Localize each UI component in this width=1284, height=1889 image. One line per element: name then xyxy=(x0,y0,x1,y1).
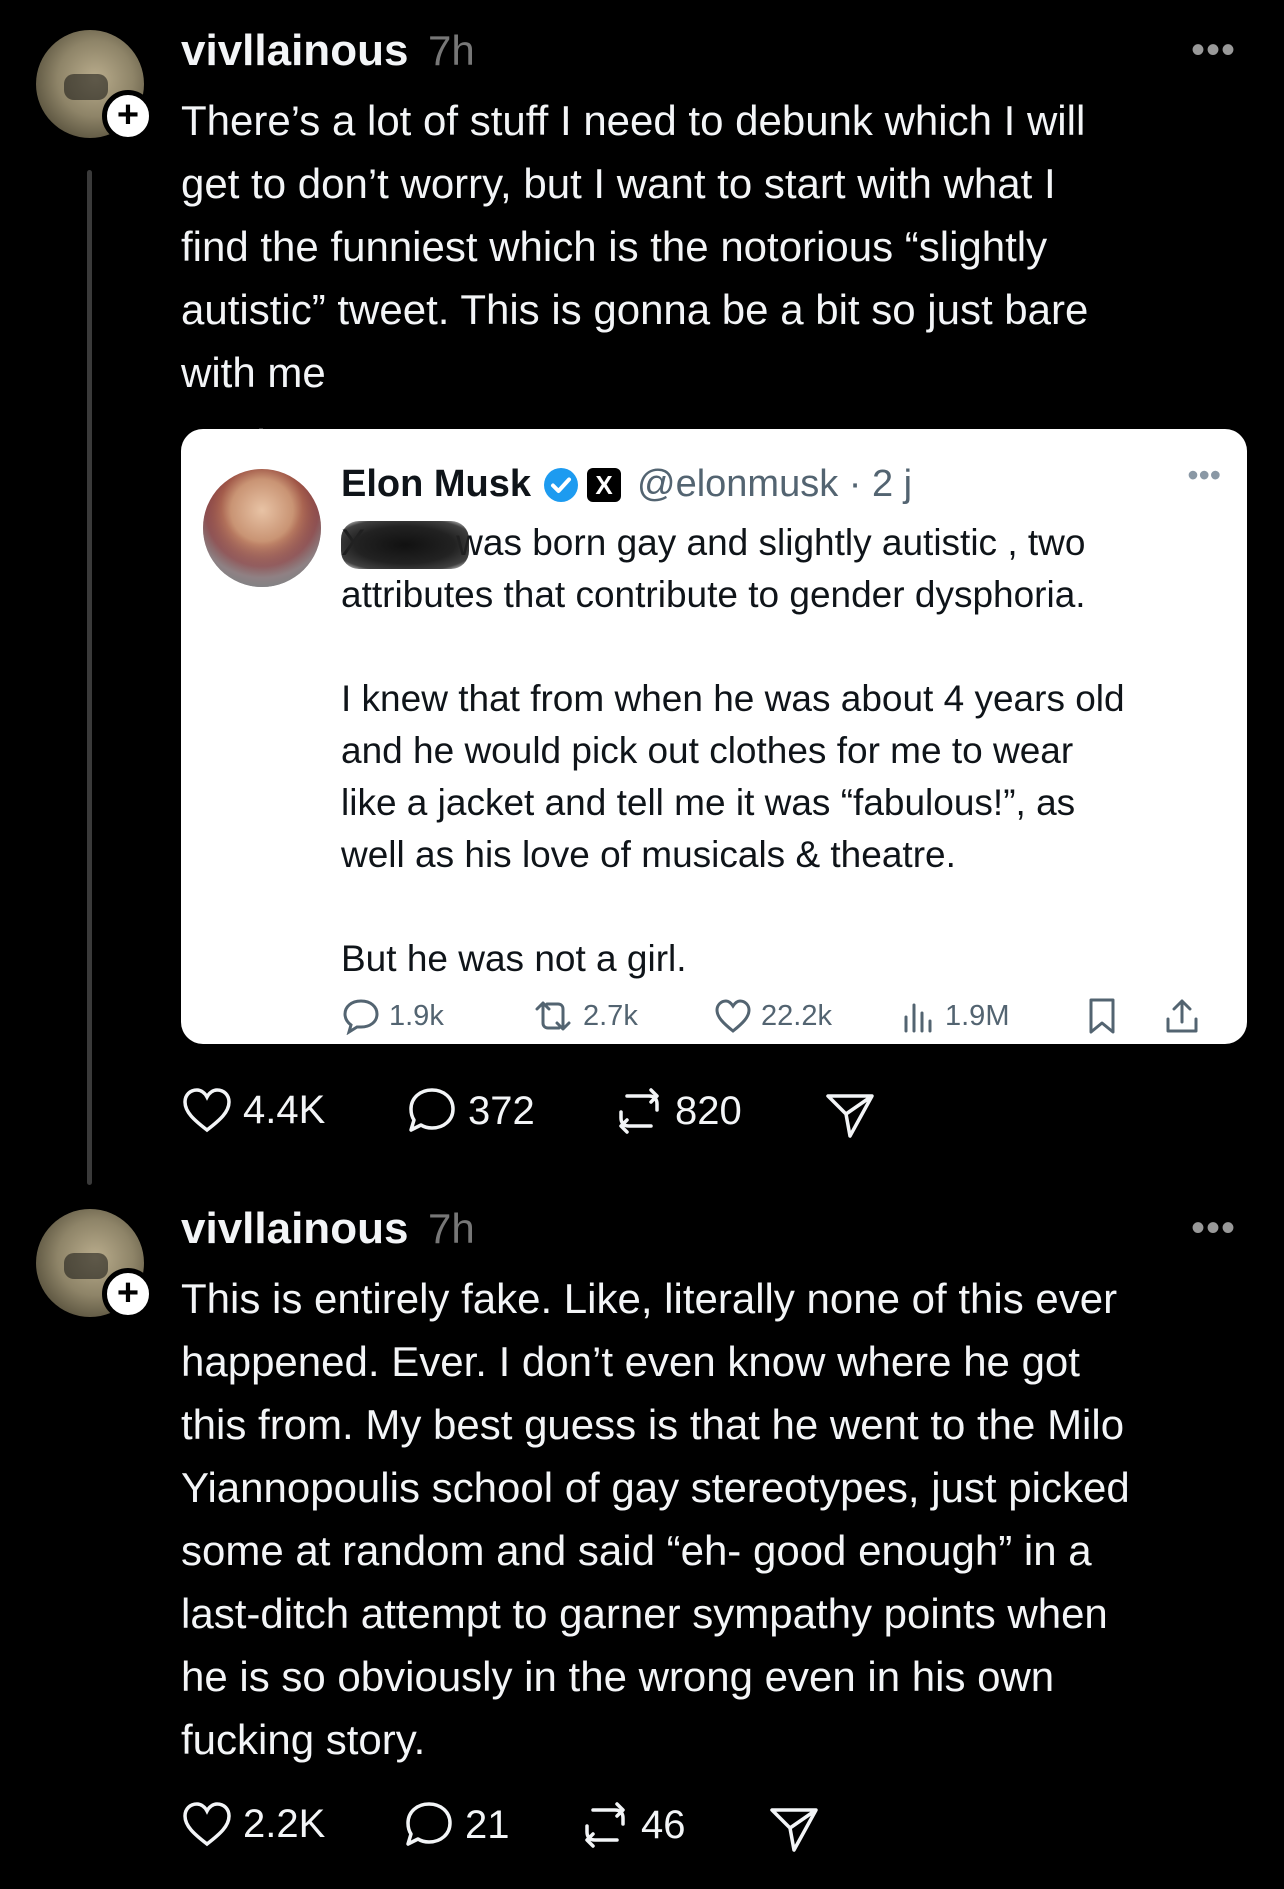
quoted-metrics: 1.9k 2.7k 22.2k 1.9M xyxy=(341,997,1221,1037)
post-time: 7h xyxy=(428,27,475,74)
username[interactable]: vivllainous xyxy=(181,26,408,76)
views-bars-icon xyxy=(904,1003,932,1033)
redaction-scribble xyxy=(341,521,469,569)
more-options-icon[interactable]: ••• xyxy=(1191,1206,1236,1251)
reply-button[interactable]: 21 xyxy=(403,1800,510,1850)
more-options-icon[interactable]: ••• xyxy=(1191,28,1236,73)
like-button[interactable]: 4.4K xyxy=(181,1086,325,1134)
quoted-reposts: 2.7k xyxy=(531,997,638,1035)
heart-icon xyxy=(183,1802,231,1847)
quoted-more-icon: ••• xyxy=(1187,457,1221,493)
bookmark-icon xyxy=(1089,998,1115,1034)
heart-icon xyxy=(183,1088,231,1133)
share-upload-icon xyxy=(1166,999,1198,1033)
quoted-author-name: Elon Musk xyxy=(341,463,532,505)
repost-icon xyxy=(585,1802,625,1848)
repost-button[interactable]: 820 xyxy=(613,1086,742,1136)
username[interactable]: vivllainous xyxy=(181,1204,408,1254)
quoted-tweet-card[interactable]: Elon Musk X @elonmusk · 2 j ••• Xavier w… xyxy=(181,429,1247,1044)
post-time: 7h xyxy=(428,1205,475,1252)
quoted-avatar xyxy=(203,469,321,587)
verified-badge-icon xyxy=(544,468,578,502)
follow-plus-icon[interactable]: + xyxy=(102,1268,154,1320)
quoted-tweet-text: Xavier was born gay and slightly autisti… xyxy=(341,522,1125,979)
like-button[interactable]: 2.2K xyxy=(181,1800,325,1848)
thread-connector-line xyxy=(87,170,92,1185)
heart-icon xyxy=(715,999,751,1033)
follow-plus-icon[interactable]: + xyxy=(102,90,154,142)
quoted-handle-time: @elonmusk · 2 j xyxy=(637,463,913,505)
repost-button[interactable]: 46 xyxy=(579,1800,686,1850)
quoted-views: 1.9M xyxy=(901,997,1009,1035)
repost-arrows-icon xyxy=(535,1001,571,1031)
quoted-replies: 1.9k xyxy=(341,997,444,1035)
quoted-likes: 22.2k xyxy=(713,997,832,1035)
reply-bubble-icon xyxy=(343,999,379,1035)
reply-button[interactable]: 372 xyxy=(406,1086,535,1136)
comment-bubble-icon xyxy=(406,1802,452,1846)
share-send-icon[interactable] xyxy=(768,1804,820,1856)
post-text: There’s a lot of stuff I need to debunk … xyxy=(181,97,1089,396)
comment-bubble-icon xyxy=(409,1088,455,1132)
post-text: This is entirely fake. Like, literally n… xyxy=(181,1275,1130,1763)
repost-icon xyxy=(619,1088,659,1134)
share-send-icon[interactable] xyxy=(824,1090,876,1142)
x-logo-icon: X xyxy=(587,468,621,502)
